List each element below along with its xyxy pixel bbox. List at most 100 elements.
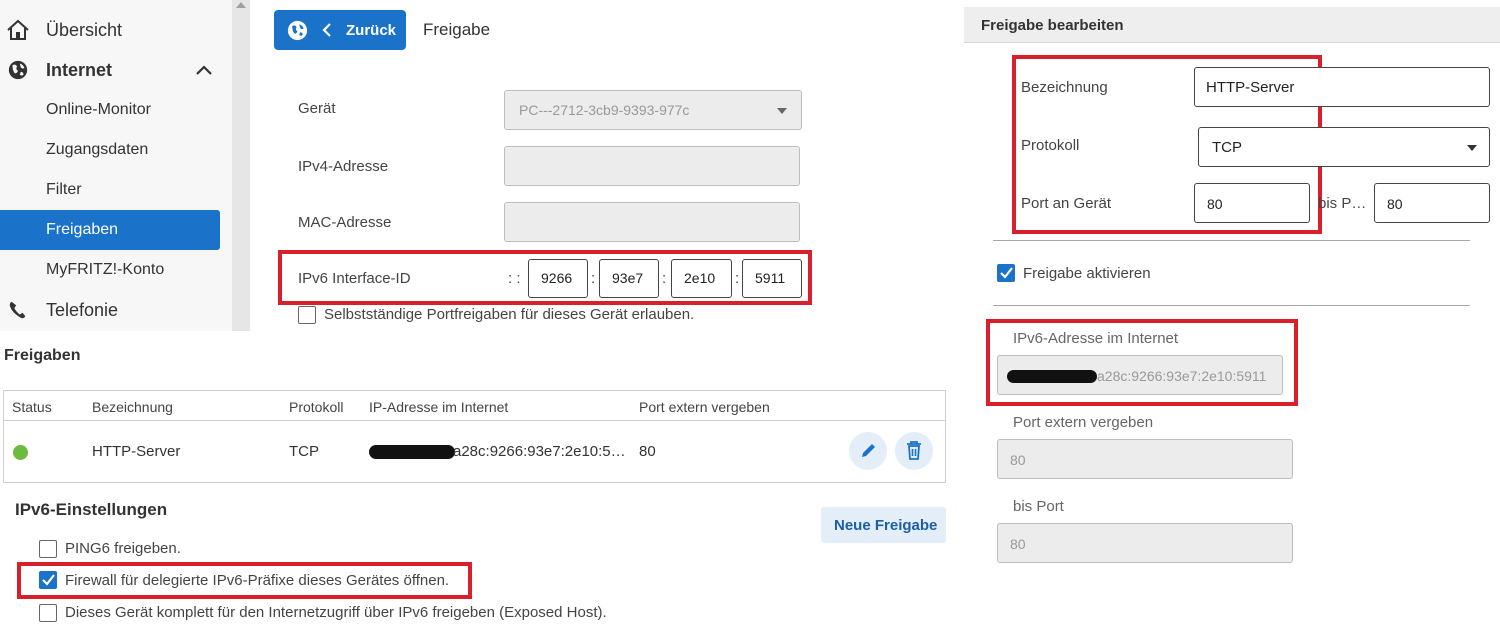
bis-port-label: bis Port	[1013, 498, 1064, 515]
ipv6-part-4-input[interactable]: 5911	[742, 259, 802, 298]
ipv6-part-value: 2e10	[684, 270, 716, 286]
sidebar-item-freigaben[interactable]: Freigaben	[0, 210, 220, 250]
sidebar-nav: Übersicht Internet Online-Monitor Zugang…	[0, 0, 250, 331]
back-button-label: Zurück	[346, 22, 397, 39]
back-button[interactable]: Zurück	[274, 10, 406, 50]
delete-button[interactable]	[895, 432, 933, 470]
ipv6-part-3-input[interactable]: 2e10	[671, 259, 732, 298]
trash-icon	[907, 441, 921, 460]
scroll-up-arrow-icon[interactable]	[236, 2, 246, 8]
globe-icon	[287, 20, 308, 41]
sidebar-item-filter[interactable]: Filter	[0, 170, 220, 210]
ping6-checkbox[interactable]	[39, 540, 57, 558]
page-title: Freigabe	[423, 20, 491, 39]
sidebar-item-label: Internet	[46, 60, 113, 80]
ipv6-internet-label: IPv6-Adresse im Internet	[1013, 330, 1179, 347]
table-header: Status Bezeichnung Protokoll IP-Adresse …	[4, 391, 945, 421]
sidebar-item-label: Freigaben	[46, 221, 119, 238]
phone-icon	[9, 301, 26, 319]
sidebar-item-online-monitor[interactable]: Online-Monitor	[0, 90, 220, 130]
enable-share-label: Freigabe aktivieren	[1023, 265, 1151, 282]
column-header-port: Port extern vergeben	[639, 399, 770, 415]
check-icon	[1000, 267, 1013, 279]
sidebar-item-label: Filter	[46, 181, 82, 198]
row-protocol: TCP	[289, 443, 319, 460]
new-share-label: Neue Freigabe	[834, 517, 938, 534]
sidebar-item-zugangsdaten[interactable]: Zugangsdaten	[0, 130, 220, 170]
protocol-select-value: TCP	[1212, 139, 1242, 156]
column-header-status: Status	[12, 399, 52, 415]
pencil-icon	[862, 444, 875, 457]
sidebar-scrollbar[interactable]	[232, 0, 250, 331]
ipv4-field[interactable]	[504, 146, 800, 186]
port-extern-value: 80	[1010, 452, 1026, 468]
ipv6-separator: :	[591, 270, 596, 287]
bis-port-field[interactable]: 80	[997, 523, 1293, 563]
table-row[interactable]: HTTP-Server TCP a28c:9266:93e7:2e10:5… 8…	[4, 421, 945, 482]
check-icon	[42, 574, 55, 586]
exposed-host-checkbox[interactable]	[39, 604, 57, 622]
new-share-button[interactable]: Neue Freigabe	[821, 507, 946, 543]
sidebar-item-internet[interactable]: Internet	[0, 50, 232, 90]
protocol-label: Protokoll	[1021, 137, 1080, 154]
enable-share-checkbox[interactable]	[997, 264, 1015, 282]
sidebar-item-telefonie[interactable]: Telefonie	[0, 290, 232, 330]
status-ok-indicator	[13, 445, 28, 460]
edit-panel-title: Freigabe bearbeiten	[981, 17, 1124, 34]
row-name: HTTP-Server	[92, 443, 181, 460]
to-port-label: bis P…	[1318, 195, 1367, 212]
mac-field[interactable]	[504, 202, 800, 242]
globe-icon	[8, 60, 28, 80]
ping6-label: PING6 freigeben.	[65, 540, 181, 557]
bis-port-value: 80	[1010, 536, 1026, 552]
redacted-mark	[369, 445, 455, 459]
ipv6-internet-value: a28c:9266:93e7:2e10:5911	[1097, 368, 1267, 384]
sidebar-item-myfritz[interactable]: MyFRITZ!-Konto	[0, 250, 220, 290]
sidebar-item-label: Online-Monitor	[46, 101, 151, 118]
to-port-input-value: 80	[1387, 196, 1403, 212]
ipv6-part-1-input[interactable]: 9266	[528, 259, 588, 298]
name-input-value: HTTP-Server	[1206, 79, 1295, 96]
name-input[interactable]: HTTP-Server	[1194, 67, 1490, 107]
shares-heading: Freigaben	[4, 347, 81, 364]
ipv6-separator: :	[735, 270, 740, 287]
ipv4-label: IPv4-Adresse	[298, 158, 389, 175]
chevron-up-icon[interactable]	[194, 62, 214, 78]
ipv6-internet-field[interactable]: a28c:9266:93e7:2e10:5911	[997, 355, 1283, 395]
device-label: Gerät	[298, 100, 336, 117]
row-port: 80	[639, 443, 656, 460]
protocol-select[interactable]: TCP	[1198, 127, 1490, 167]
row-ip: a28c:9266:93e7:2e10:5…	[453, 443, 626, 460]
device-select-value: PC---2712-3cb9-9393-977c	[519, 102, 690, 118]
port-input[interactable]: 80	[1194, 183, 1310, 223]
port-input-value: 80	[1207, 196, 1223, 212]
to-port-input[interactable]: 80	[1374, 183, 1490, 223]
sidebar-item-overview[interactable]: Übersicht	[0, 10, 232, 50]
ipv6-separator: :	[662, 270, 667, 287]
firewall-checkbox[interactable]	[39, 571, 57, 589]
mac-label: MAC-Adresse	[298, 214, 392, 231]
ipv6-interface-label: IPv6 Interface-ID	[298, 270, 411, 287]
redacted-mark	[1007, 370, 1097, 383]
ipv6-prefix-separator: : :	[508, 270, 521, 287]
divider	[993, 240, 1470, 241]
self-release-checkbox[interactable]	[298, 306, 316, 324]
ipv6-part-value: 9266	[541, 270, 573, 286]
sidebar-item-label: Zugangsdaten	[46, 141, 149, 158]
port-extern-label: Port extern vergeben	[1013, 414, 1154, 431]
device-select[interactable]: PC---2712-3cb9-9393-977c	[504, 90, 802, 130]
chevron-down-icon	[1467, 145, 1477, 151]
column-header-protocol: Protokoll	[289, 399, 344, 415]
name-label: Bezeichnung	[1021, 79, 1108, 96]
port-extern-field[interactable]: 80	[997, 439, 1293, 479]
port-label: Port an Gerät	[1021, 195, 1112, 212]
sidebar-item-label: Übersicht	[46, 20, 123, 40]
edit-button[interactable]	[849, 432, 887, 470]
ipv6-part-2-input[interactable]: 93e7	[599, 259, 659, 298]
chevron-left-icon	[322, 23, 331, 37]
column-header-ip: IP-Adresse im Internet	[369, 399, 509, 415]
column-header-name: Bezeichnung	[92, 399, 173, 415]
exposed-host-label: Dieses Gerät komplett für den Internetzu…	[65, 604, 607, 621]
self-release-label: Selbstständige Portfreigaben für dieses …	[324, 306, 695, 323]
sidebar-item-label: MyFRITZ!-Konto	[46, 261, 165, 278]
